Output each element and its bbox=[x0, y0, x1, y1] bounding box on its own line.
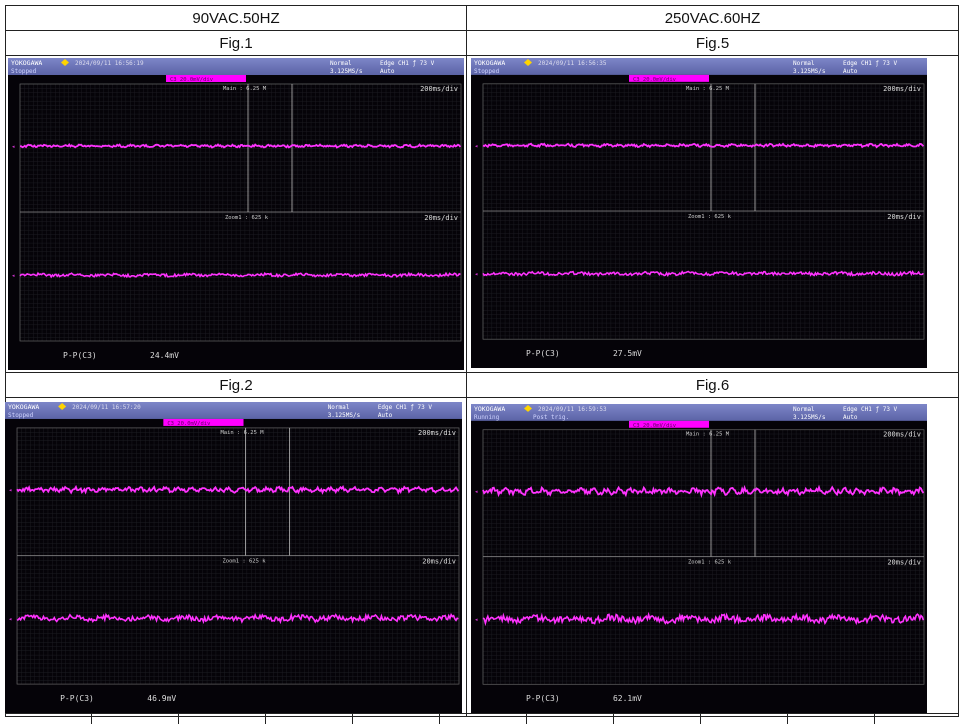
post-trig: Post trig. bbox=[533, 414, 569, 421]
zoom-record-length: Zoom1 : 625 k bbox=[225, 215, 269, 221]
main-timebase: 200ms/div bbox=[418, 429, 456, 437]
timestamp: 2024/09/11 16:59:53 bbox=[538, 406, 607, 413]
main-timebase: 200ms/div bbox=[883, 431, 921, 439]
main-record-length: Main : 6.25 M bbox=[220, 430, 264, 436]
fig6-caption: Fig.6 bbox=[466, 372, 959, 398]
zoom-timebase: 20ms/div bbox=[424, 214, 458, 222]
main-record-length: Main : 6.25 M bbox=[223, 86, 267, 92]
measurement-label: P-P(C3) bbox=[526, 694, 560, 703]
main-timebase: 200ms/div bbox=[420, 85, 458, 93]
channel-scale: C3 20.0mV/div bbox=[170, 77, 214, 83]
measurement-label: P-P(C3) bbox=[63, 351, 97, 360]
acq-state: Stopped bbox=[474, 68, 500, 75]
fig2-caption: Fig.2 bbox=[5, 372, 467, 398]
acq-state: Running bbox=[474, 414, 500, 421]
header-label: 250VAC.60HZ bbox=[664, 9, 761, 27]
scope-fig2: YOKOGAWA 2024/09/11 16:57:20 Stopped Normal… bbox=[5, 402, 462, 713]
trigger-auto: Auto bbox=[843, 68, 858, 75]
acq-state: Stopped bbox=[8, 412, 34, 419]
zoom-timebase: 20ms/div bbox=[887, 558, 921, 566]
fig1-caption: Fig.1 bbox=[5, 30, 467, 56]
header-250vac: 250VAC.60HZ bbox=[466, 5, 959, 31]
trigger-setting: Edge CH1 ƒ 73 V bbox=[380, 60, 435, 67]
main-record-length: Main : 6.25 M bbox=[686, 86, 730, 92]
caption: Fig.2 bbox=[219, 376, 253, 394]
zoom-record-length: Zoom1 : 625 k bbox=[688, 214, 732, 220]
main-timebase: 200ms/div bbox=[883, 85, 921, 93]
caption: Fig.6 bbox=[695, 376, 730, 394]
timestamp: 2024/09/11 16:57:20 bbox=[72, 404, 141, 411]
zoom-record-length: Zoom1 : 625 k bbox=[222, 558, 266, 564]
channel-scale: C3 20.0mV/div bbox=[167, 421, 211, 427]
trigger-setting: Edge CH1 ƒ 73 V bbox=[843, 60, 897, 67]
brand-logo: YOKOGAWA bbox=[474, 59, 505, 67]
brand-logo: YOKOGAWA bbox=[474, 405, 505, 413]
scope-fig6: YOKOGAWA 2024/09/11 16:59:53 Running Post t… bbox=[471, 404, 927, 713]
timestamp: 2024/09/11 16:56:35 bbox=[538, 60, 607, 67]
caption: Fig.5 bbox=[695, 34, 730, 52]
scope-fig5: YOKOGAWA 2024/09/11 16:56:35 Stopped Normal… bbox=[471, 58, 927, 368]
measurement-value: 62.1mV bbox=[613, 694, 642, 703]
channel-scale: C3 20.0mV/div bbox=[633, 77, 677, 83]
caption: Fig.1 bbox=[219, 34, 253, 52]
sample-rate: 3.125MS/s bbox=[330, 68, 363, 75]
brand-logo: YOKOGAWA bbox=[8, 403, 39, 411]
zoom-timebase: 20ms/div bbox=[422, 557, 456, 565]
trigger-auto: Auto bbox=[378, 412, 393, 419]
sample-rate: 3.125MS/s bbox=[793, 414, 825, 421]
acq-state: Stopped bbox=[11, 68, 37, 75]
sample-rate: 3.125MS/s bbox=[793, 68, 825, 75]
zoom-record-length: Zoom1 : 625 k bbox=[688, 559, 732, 565]
header-label: 90VAC.50HZ bbox=[192, 9, 280, 27]
next-row bbox=[5, 713, 959, 724]
trigger-mode: Normal bbox=[793, 406, 815, 413]
trigger-auto: Auto bbox=[843, 414, 858, 421]
header-90vac: 90VAC.50HZ bbox=[5, 5, 467, 31]
trigger-mode: Normal bbox=[793, 60, 815, 67]
scope-fig1: YOKOGAWA 2024/09/11 16:56:19 Stopped Normal… bbox=[8, 58, 464, 370]
measurement-label: P-P(C3) bbox=[526, 349, 560, 358]
measurement-value: 46.9mV bbox=[147, 694, 176, 703]
trigger-setting: Edge CH1 ƒ 73 V bbox=[378, 404, 433, 411]
fig5-caption: Fig.5 bbox=[466, 30, 959, 56]
channel-scale: C3 20.0mV/div bbox=[633, 423, 677, 429]
timestamp: 2024/09/11 16:56:19 bbox=[75, 60, 144, 67]
zoom-timebase: 20ms/div bbox=[887, 213, 921, 221]
trigger-mode: Normal bbox=[328, 404, 350, 411]
measurement-value: 24.4mV bbox=[150, 351, 179, 360]
measurement-value: 27.5mV bbox=[613, 349, 642, 358]
trigger-mode: Normal bbox=[330, 60, 352, 67]
sample-rate: 3.125MS/s bbox=[328, 412, 361, 419]
measurement-label: P-P(C3) bbox=[60, 694, 94, 703]
trigger-auto: Auto bbox=[380, 68, 395, 75]
brand-logo: YOKOGAWA bbox=[11, 59, 42, 67]
trigger-setting: Edge CH1 ƒ 73 V bbox=[843, 406, 898, 413]
main-record-length: Main : 6.25 M bbox=[686, 432, 730, 438]
